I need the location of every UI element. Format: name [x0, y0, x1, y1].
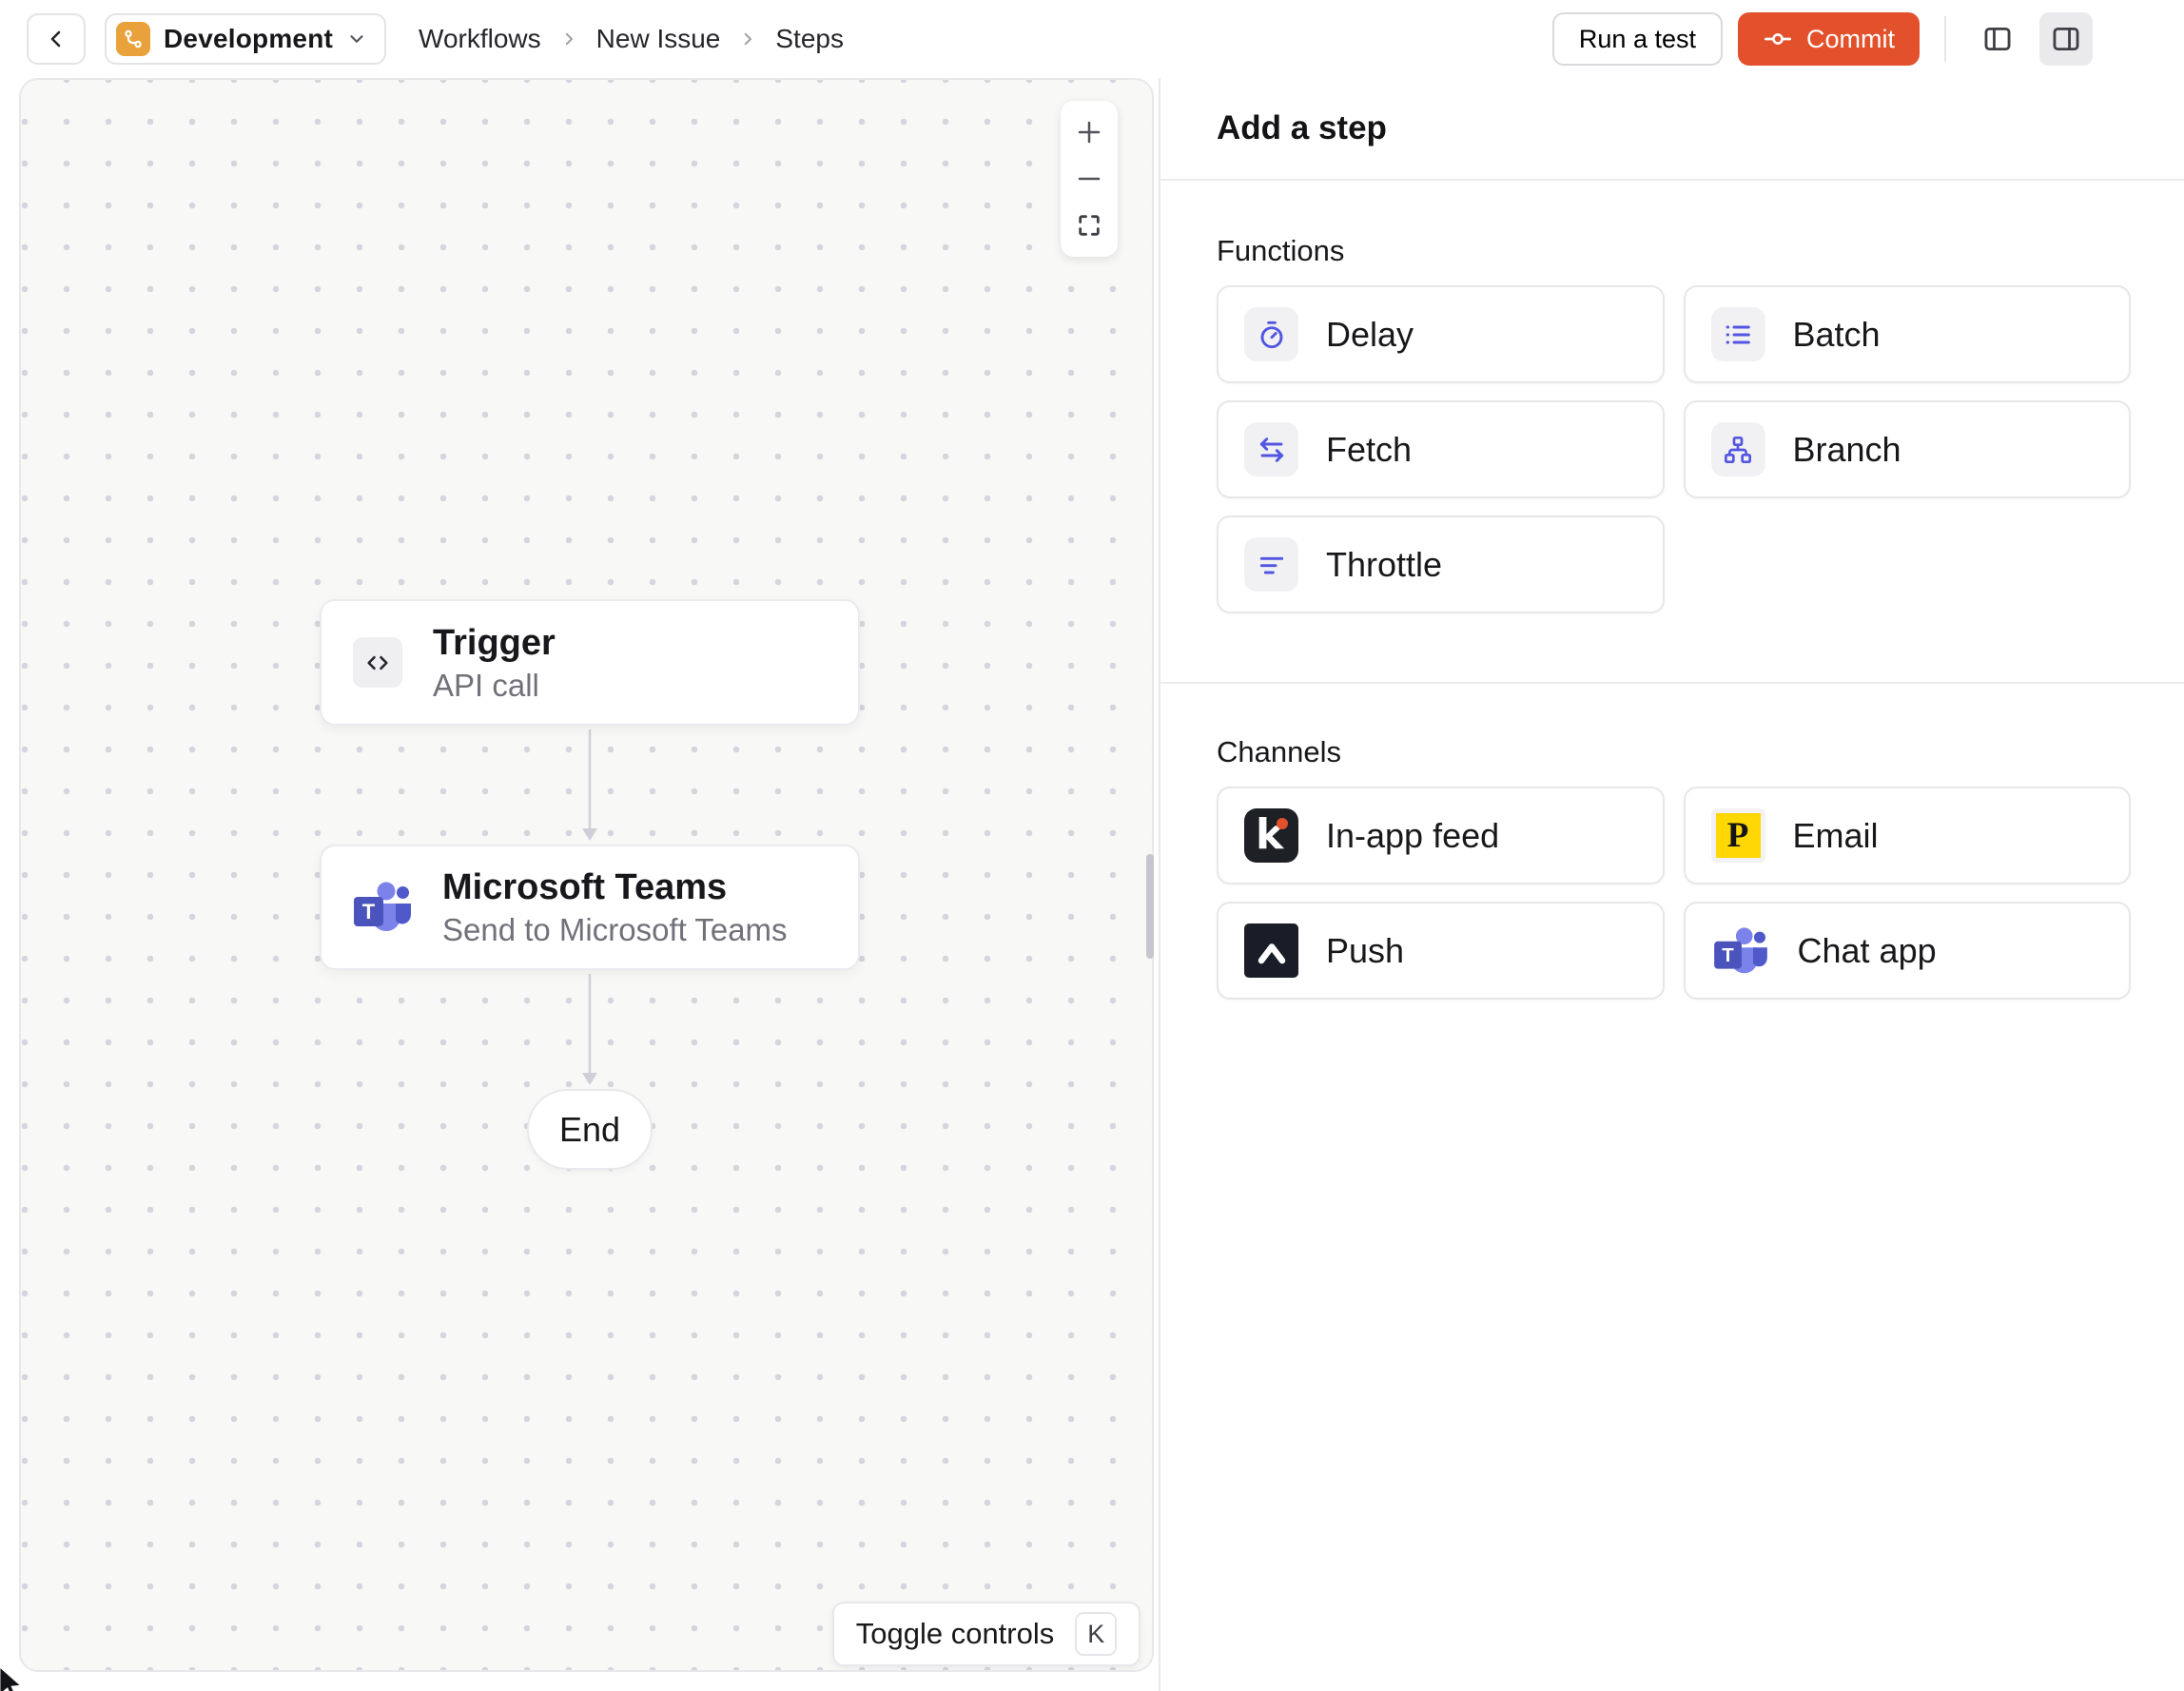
chevron-down-icon: [346, 29, 367, 49]
toggle-left-panel-button[interactable]: [1971, 12, 2024, 66]
functions-grid: Delay Batch Fetch Branch Throttle: [1217, 285, 2131, 613]
breadcrumb: Workflows New Issue Steps: [419, 24, 844, 54]
postmark-logo-icon: P: [1710, 808, 1765, 863]
environment-badge: [116, 22, 150, 56]
chat-app-label: Chat app: [1797, 930, 1937, 970]
trigger-node[interactable]: Trigger API call: [320, 599, 860, 726]
toggle-right-panel-button[interactable]: [2039, 12, 2093, 66]
in-app-feed-step-button[interactable]: k In-app feed: [1217, 787, 1665, 884]
svg-text:T: T: [1722, 945, 1734, 966]
panel-title: Add a step: [1217, 109, 1387, 146]
run-a-test-button[interactable]: Run a test: [1551, 12, 1723, 66]
trigger-node-title: Trigger: [433, 622, 556, 663]
fit-view-button[interactable]: [1068, 205, 1110, 245]
batch-step-button[interactable]: Batch: [1683, 285, 2131, 383]
commit-label: Commit: [1806, 24, 1895, 53]
environment-switcher[interactable]: Development: [105, 13, 387, 65]
email-label: Email: [1792, 815, 1879, 855]
canvas-scrollbar-thumb[interactable]: [1146, 854, 1154, 959]
email-step-button[interactable]: P Email: [1683, 787, 2131, 884]
end-node[interactable]: End: [527, 1089, 653, 1170]
teams-node-title: Microsoft Teams: [442, 867, 728, 907]
breadcrumb-workflows[interactable]: Workflows: [419, 24, 541, 54]
fullscreen-icon: [1076, 212, 1102, 239]
in-app-feed-label: In-app feed: [1326, 815, 1500, 855]
channels-grid: k In-app feed P Email Push T Chat app: [1217, 787, 2131, 1000]
postmark-letter: P: [1715, 813, 1761, 858]
channels-section-label: Channels: [1217, 735, 1341, 768]
functions-section-label: Functions: [1217, 234, 1345, 267]
breadcrumb-steps[interactable]: Steps: [775, 24, 844, 54]
chat-app-step-button[interactable]: T Chat app: [1683, 902, 2131, 1000]
workflow-branch-icon: [123, 29, 144, 49]
throttle-step-button[interactable]: Throttle: [1217, 515, 1665, 613]
functions-section: Functions Delay Batch Fetch Branch Throt…: [1160, 181, 2184, 684]
branch-step-button[interactable]: Branch: [1683, 400, 2131, 498]
toggle-controls-label: Toggle controls: [855, 1617, 1055, 1650]
panel-right-icon: [2050, 23, 2082, 55]
branch-label: Branch: [1792, 429, 1901, 469]
code-icon: [353, 637, 402, 688]
filter-lines-icon: [1244, 537, 1298, 592]
push-label: Push: [1326, 930, 1405, 970]
environment-label: Development: [164, 24, 334, 53]
top-bar: Development Workflows New Issue Steps Ru…: [0, 0, 2184, 78]
trigger-node-subtitle: API call: [433, 667, 539, 703]
fetch-step-button[interactable]: Fetch: [1217, 400, 1665, 498]
delay-step-button[interactable]: Delay: [1217, 285, 1665, 383]
add-step-panel: Add a step Functions Delay Batch Fetch B…: [1159, 78, 2184, 1691]
zoom-in-button[interactable]: [1068, 112, 1110, 152]
svg-text:T: T: [362, 900, 376, 923]
chevron-right-icon: [739, 30, 756, 48]
network-icon: [1710, 422, 1765, 476]
teams-node-subtitle: Send to Microsoft Teams: [442, 912, 788, 947]
breadcrumb-new-issue[interactable]: New Issue: [596, 24, 721, 54]
edge-teams-to-end: [582, 974, 597, 1085]
top-bar-left: Development Workflows New Issue Steps: [27, 13, 844, 65]
trigger-node-text: Trigger API call: [433, 620, 556, 706]
zoom-controls: [1061, 101, 1118, 257]
workflow-editor: Development Workflows New Issue Steps Ru…: [0, 0, 2184, 1691]
zoom-out-button[interactable]: [1068, 159, 1110, 199]
panel-header: Add a step: [1160, 78, 2184, 181]
top-bar-right: Run a test Commit: [1551, 12, 2093, 66]
minus-icon: [1075, 165, 1103, 193]
edge-trigger-to-teams: [582, 729, 597, 841]
back-button[interactable]: [27, 13, 86, 65]
arrows-swap-icon: [1244, 422, 1298, 476]
push-step-button[interactable]: Push: [1217, 902, 1665, 1000]
commit-button[interactable]: Commit: [1738, 12, 1920, 66]
channels-section: Channels k In-app feed P Email Push T Ch…: [1160, 684, 2184, 1000]
toggle-controls-button[interactable]: Toggle controls K: [832, 1602, 1141, 1666]
batch-label: Batch: [1792, 314, 1881, 354]
throttle-label: Throttle: [1326, 544, 1443, 584]
workflow-canvas[interactable]: Trigger API call T Microsoft Teams Send …: [19, 78, 1154, 1672]
toolbar-divider: [1944, 16, 1946, 62]
delay-label: Delay: [1326, 314, 1414, 354]
teams-node-text: Microsoft Teams Send to Microsoft Teams: [442, 865, 788, 950]
expo-logo-icon: [1244, 923, 1298, 978]
teams-logo-icon: T: [1711, 923, 1770, 978]
list-icon: [1710, 307, 1765, 361]
panel-left-icon: [1981, 23, 2014, 55]
fetch-label: Fetch: [1326, 429, 1413, 469]
keyboard-shortcut-badge: K: [1075, 1612, 1118, 1656]
knock-dot: [1277, 818, 1288, 829]
git-commit-icon: [1763, 24, 1793, 54]
plus-icon: [1075, 118, 1103, 146]
knock-logo-icon: k: [1244, 808, 1298, 863]
stopwatch-icon: [1244, 307, 1298, 361]
microsoft-teams-icon: T: [353, 881, 412, 935]
chevron-left-icon: [45, 28, 68, 50]
chevron-right-icon: [560, 30, 577, 48]
microsoft-teams-node[interactable]: T Microsoft Teams Send to Microsoft Team…: [320, 845, 860, 970]
